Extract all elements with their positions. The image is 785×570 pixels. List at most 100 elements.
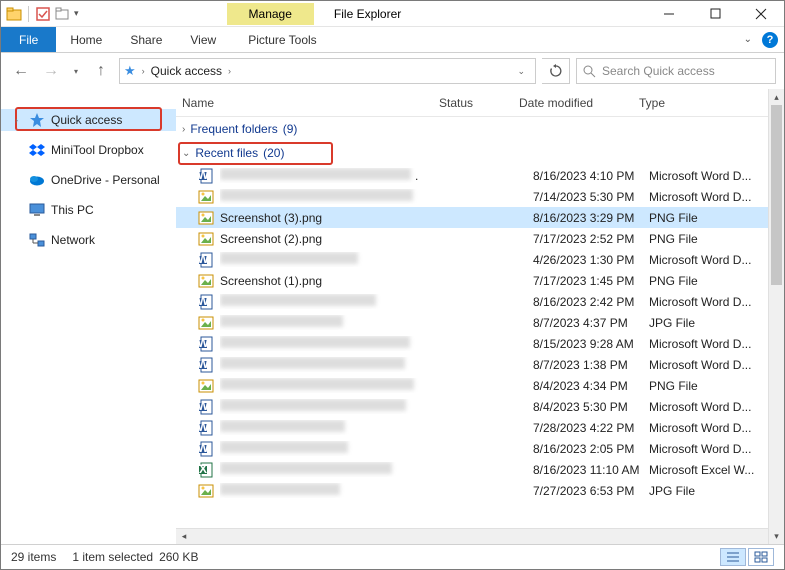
breadcrumb-segment[interactable]: Quick access [151, 64, 222, 78]
nav-forward-button[interactable]: → [39, 59, 63, 83]
file-row[interactable]: 7/27/2023 6:53 PMJPG File [176, 480, 784, 501]
tab-home[interactable]: Home [56, 27, 116, 52]
onedrive-icon [29, 172, 45, 188]
group-count: (20) [263, 146, 284, 160]
file-row[interactable]: W8/7/2023 1:38 PMMicrosoft Word D... [176, 354, 784, 375]
qat-newfolder-icon[interactable] [54, 5, 72, 23]
file-type: PNG File [649, 232, 779, 246]
nav-up-button[interactable]: ↑ [89, 59, 113, 83]
svg-text:W: W [198, 420, 209, 434]
file-row[interactable]: 8/7/2023 4:37 PMJPG File [176, 312, 784, 333]
group-label: Recent files [195, 146, 258, 160]
img-file-icon [198, 189, 214, 205]
scroll-down-icon[interactable]: ▾ [769, 528, 784, 544]
address-bar[interactable]: ★ › Quick access › ⌄ [119, 58, 536, 84]
img-file-icon [198, 273, 214, 289]
img-file-icon [198, 378, 214, 394]
group-label: Frequent folders [190, 122, 277, 136]
tab-view[interactable]: View [176, 27, 230, 52]
tab-picture-tools[interactable]: Picture Tools [238, 27, 326, 52]
file-row[interactable]: W8/16/2023 2:42 PMMicrosoft Word D... [176, 291, 784, 312]
nav-history-dropdown[interactable]: ▾ [69, 59, 83, 83]
file-row[interactable]: Screenshot (2).png7/17/2023 2:52 PMPNG F… [176, 228, 784, 249]
file-date: 4/26/2023 1:30 PM [533, 253, 649, 267]
file-row[interactable]: W7/28/2023 4:22 PMMicrosoft Word D... [176, 417, 784, 438]
file-row[interactable]: Screenshot (1).png7/17/2023 1:45 PMPNG F… [176, 270, 784, 291]
qat-dropdown-icon[interactable]: ▾ [74, 8, 79, 19]
word-file-icon: W [198, 441, 214, 457]
scroll-thumb[interactable] [771, 105, 782, 285]
file-row[interactable]: 8/4/2023 4:34 PMPNG File [176, 375, 784, 396]
file-name: Screenshot (3).png [220, 211, 451, 225]
file-row[interactable]: W8/4/2023 5:30 PMMicrosoft Word D... [176, 396, 784, 417]
file-row[interactable]: X8/16/2023 11:10 AMMicrosoft Excel W... [176, 459, 784, 480]
file-date: 8/16/2023 3:29 PM [533, 211, 649, 225]
scroll-up-icon[interactable]: ▴ [769, 89, 784, 105]
file-row[interactable]: Screenshot (3).png8/16/2023 3:29 PMPNG F… [176, 207, 784, 228]
column-header-status[interactable]: Status [439, 96, 519, 110]
status-selection: 1 item selected [72, 550, 153, 564]
sidebar-item-minitool-dropbox[interactable]: MiniTool Dropbox [1, 139, 176, 161]
file-type: Microsoft Word D... [649, 169, 779, 183]
file-type: PNG File [649, 274, 779, 288]
search-input[interactable] [602, 64, 769, 78]
svg-text:W: W [198, 336, 209, 350]
scroll-left-icon[interactable]: ◂ [176, 531, 192, 542]
file-name [220, 483, 451, 498]
group-recent-files[interactable]: ⌄ Recent files (20) [176, 141, 784, 165]
file-name [220, 336, 451, 351]
refresh-button[interactable] [542, 58, 570, 84]
group-frequent-folders[interactable]: › Frequent folders (9) [176, 117, 784, 141]
status-bar: 29 items 1 item selected 260 KB [1, 545, 784, 569]
content-area: Name Status Date modified Type › Frequen… [176, 89, 784, 544]
file-row[interactable]: W4/26/2023 1:30 PMMicrosoft Word D... [176, 249, 784, 270]
file-date: 8/15/2023 9:28 AM [533, 337, 649, 351]
sidebar-item-network[interactable]: Network [1, 229, 176, 251]
status-item-count: 29 items [11, 550, 56, 564]
explorer-icon [5, 5, 23, 23]
quick-access-star-icon: ★ [124, 63, 136, 79]
minimize-button[interactable] [646, 1, 692, 26]
qat-properties-icon[interactable] [34, 5, 52, 23]
view-thumbnails-button[interactable] [748, 548, 774, 566]
dropbox-icon [29, 142, 45, 158]
vertical-scrollbar[interactable]: ▴ ▾ [768, 89, 784, 544]
sidebar-item-quick-access[interactable]: ›Quick access [1, 109, 176, 131]
file-row[interactable]: W.8/16/2023 4:10 PMMicrosoft Word D... [176, 165, 784, 186]
tab-share[interactable]: Share [116, 27, 176, 52]
view-details-button[interactable] [720, 548, 746, 566]
file-name [220, 462, 451, 477]
nav-back-button[interactable]: ← [9, 59, 33, 83]
close-button[interactable] [738, 1, 784, 26]
ribbon-collapse-icon[interactable]: ⌄ [744, 34, 752, 45]
address-dropdown-icon[interactable]: ⌄ [517, 66, 531, 77]
sidebar-item-onedrive-personal[interactable]: OneDrive - Personal [1, 169, 176, 191]
horizontal-scrollbar[interactable]: ◂ ▸ [176, 528, 784, 544]
file-name [220, 189, 451, 204]
column-header-date[interactable]: Date modified [519, 96, 639, 110]
file-date: 8/7/2023 4:37 PM [533, 316, 649, 330]
file-type: Microsoft Word D... [649, 190, 779, 204]
file-name [220, 252, 451, 267]
sidebar-item-label: OneDrive - Personal [51, 173, 160, 187]
search-box[interactable] [576, 58, 776, 84]
column-header-type[interactable]: Type [639, 96, 759, 110]
sidebar-item-this-pc[interactable]: This PC [1, 199, 176, 221]
svg-text:W: W [198, 168, 209, 182]
file-name [220, 357, 451, 372]
file-type: JPG File [649, 484, 779, 498]
word-file-icon: W [198, 357, 214, 373]
tab-file[interactable]: File [1, 27, 56, 52]
contextual-tab-manage[interactable]: Manage [227, 3, 314, 25]
titlebar: ▾ Manage File Explorer [1, 1, 784, 27]
chevron-right-icon[interactable]: › [142, 66, 145, 76]
file-row[interactable]: 7/14/2023 5:30 PMMicrosoft Word D... [176, 186, 784, 207]
maximize-button[interactable] [692, 1, 738, 26]
file-row[interactable]: W8/15/2023 9:28 AMMicrosoft Word D... [176, 333, 784, 354]
help-icon[interactable]: ? [762, 32, 778, 48]
file-date: 8/16/2023 11:10 AM [533, 463, 649, 477]
ribbon-tabs: File Home Share View Picture Tools ⌄ ? [1, 27, 784, 53]
column-header-name[interactable]: Name [182, 96, 439, 110]
chevron-right-icon[interactable]: › [228, 66, 231, 76]
file-row[interactable]: W8/16/2023 2:05 PMMicrosoft Word D... [176, 438, 784, 459]
